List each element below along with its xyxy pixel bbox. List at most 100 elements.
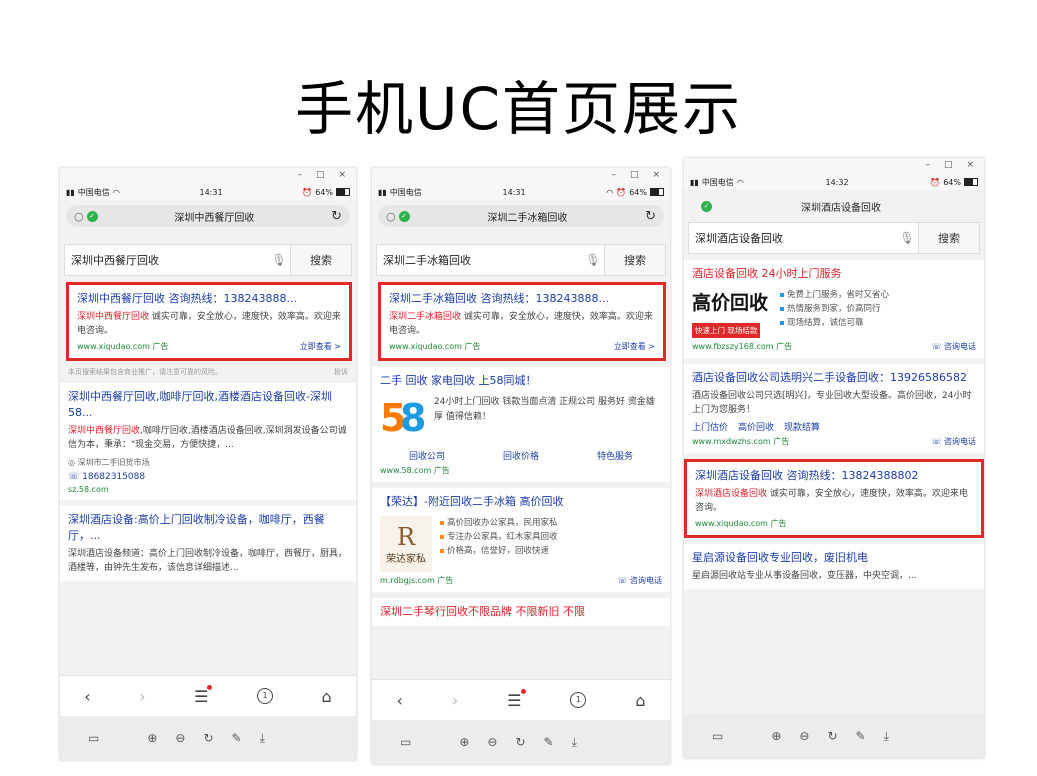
address-bar[interactable]: ✓ 深圳酒店设备回收 [690, 195, 978, 217]
address-text: 深圳中西餐厅回收 [174, 212, 255, 224]
rotate-icon[interactable]: ↻ [203, 731, 213, 745]
minimize-button[interactable]: – [611, 170, 616, 184]
result-url[interactable]: www.xiqudao.com [695, 519, 768, 528]
call-link[interactable]: ☏ 咨询电话 [931, 341, 976, 352]
pen-icon[interactable]: ✎ [544, 735, 554, 749]
screen-icon[interactable]: ▭ [400, 735, 411, 749]
back-icon[interactable]: ‹ [396, 691, 402, 710]
close-button[interactable]: × [652, 170, 660, 184]
microphone-icon[interactable]: 🎙 [896, 223, 918, 253]
screen-icon[interactable]: ▭ [712, 729, 723, 743]
download-icon[interactable]: ⤓ [260, 731, 265, 746]
search-button[interactable]: 搜索 [918, 223, 979, 253]
search-button[interactable]: 搜索 [604, 245, 665, 275]
reload-icon[interactable]: ↻ [331, 209, 342, 224]
result-card-mingxing[interactable]: 酒店设备回收公司选明兴二手设备回收：13926586582 酒店设备回收公司只选… [684, 364, 984, 453]
result-title[interactable]: 深圳酒店设备:高价上门回收制冷设备，咖啡厅，西餐厅，... [68, 512, 348, 544]
view-now-link[interactable]: 立即查看 > [614, 341, 655, 352]
rotate-icon[interactable]: ↻ [515, 735, 525, 749]
call-link[interactable]: ☏ 咨询电话 [931, 436, 976, 447]
result-url[interactable]: www.mxdwzhs.com [692, 437, 771, 446]
microphone-icon[interactable]: 🎙 [268, 245, 290, 275]
pen-icon[interactable]: ✎ [232, 731, 242, 745]
search-button[interactable]: 搜索 [290, 245, 351, 275]
result-url[interactable]: sz.58.com [68, 485, 109, 494]
carrier-name: 中国电信 [701, 177, 734, 187]
rotate-icon[interactable]: ↻ [827, 729, 837, 743]
download-icon[interactable]: ⤓ [884, 729, 889, 744]
minimize-button[interactable]: – [925, 160, 930, 174]
result-title[interactable]: 深圳二手琴行回收不限品牌 不限新旧 不限 [380, 604, 662, 620]
phone-number[interactable]: ☏ 18682315088 [68, 472, 348, 482]
result-title[interactable]: 【荣达】-附近回收二手冰箱 高价回收 [380, 494, 662, 510]
sitelink[interactable]: 上门估价 [692, 420, 728, 433]
zoom-out-icon[interactable]: ⊖ [799, 729, 809, 743]
back-icon[interactable]: ‹ [84, 687, 90, 706]
close-button[interactable]: × [338, 170, 346, 184]
sitelink[interactable]: 特色服务 [597, 449, 633, 462]
result-card[interactable]: 深圳中西餐厅回收,咖啡厅回收,酒楼酒店设备回收-深圳58... 深圳中西餐厅回收… [60, 383, 356, 500]
ad-result-highlighted[interactable]: 深圳酒店设备回收 咨询热线：13824388802 深圳酒店设备回收 诚实可靠，… [684, 459, 984, 538]
sitelink[interactable]: 回收公司 [409, 449, 445, 462]
zoom-in-icon[interactable]: ⊕ [147, 731, 157, 745]
result-title[interactable]: 深圳中西餐厅回收 咨询热线：138243888... [77, 291, 341, 307]
result-title[interactable]: 深圳二手冰箱回收 咨询热线：138243888... [389, 291, 655, 307]
close-button[interactable]: × [966, 160, 974, 174]
complaint-link[interactable]: 投诉 [334, 367, 348, 377]
zoom-out-icon[interactable]: ⊖ [175, 731, 185, 745]
wifi-icon: ◠ [112, 187, 120, 197]
download-icon[interactable]: ⤓ [572, 735, 577, 750]
call-link[interactable]: ☏ 咨询电话 [617, 575, 662, 586]
result-card-rongda[interactable]: 【荣达】-附近回收二手冰箱 高价回收 R 荣达家私 高价回收办公家具，民用家私 专… [372, 488, 670, 592]
result-url[interactable]: www.fbzszy168.com [692, 342, 774, 351]
search-input[interactable]: 深圳中西餐厅回收 [65, 245, 268, 275]
zoom-in-icon[interactable]: ⊕ [459, 735, 469, 749]
sitelink[interactable]: 回收价格 [503, 449, 539, 462]
result-title[interactable]: 深圳酒店设备回收 咨询热线：13824388802 [695, 468, 973, 484]
microphone-icon[interactable]: 🎙 [582, 245, 604, 275]
reload-icon[interactable]: ↻ [645, 209, 656, 224]
maximize-button[interactable]: □ [630, 170, 639, 184]
maximize-button[interactable]: □ [316, 170, 325, 184]
home-icon[interactable]: ⌂ [322, 687, 332, 706]
result-card-gaojia[interactable]: 酒店设备回收 24小时上门服务 高价回收 快速上门 现场结款 免费上门服务，省时… [684, 260, 984, 358]
result-title[interactable]: 二手 回收 家电回收 上58同城！ [380, 373, 662, 389]
result-title[interactable]: 深圳中西餐厅回收,咖啡厅回收,酒楼酒店设备回收-深圳58... [68, 389, 348, 421]
pen-icon[interactable]: ✎ [856, 729, 866, 743]
sitelink[interactable]: 现款结算 [784, 420, 820, 433]
notification-dot [520, 688, 526, 694]
result-card[interactable]: 星启源设备回收专业回收，废旧机电 星启源回收站专业从事设备回收，变压器，中央空调… [684, 544, 984, 589]
result-card-58[interactable]: 二手 回收 家电回收 上58同城！ 58 24小时上门回收 钱款当面点清 正规公… [372, 367, 670, 482]
search-input[interactable]: 深圳酒店设备回收 [689, 223, 896, 253]
minimize-button[interactable]: – [297, 170, 302, 184]
ad-result-highlighted[interactable]: 深圳中西餐厅回收 咨询热线：138243888... 深圳中西餐厅回收 诚实可靠… [66, 282, 352, 361]
maximize-button[interactable]: □ [944, 160, 953, 174]
menu-icon[interactable]: ☰ [194, 684, 213, 706]
tabs-icon[interactable]: 1 [570, 692, 587, 708]
address-bar[interactable]: ○ ✓ 深圳中西餐厅回收 ↻ [66, 205, 350, 227]
screen-icon[interactable]: ▭ [88, 731, 99, 745]
zoom-in-icon[interactable]: ⊕ [771, 729, 781, 743]
result-url[interactable]: www.xiqudao.com [77, 342, 150, 351]
result-title[interactable]: 酒店设备回收 24小时上门服务 [692, 266, 976, 282]
result-url[interactable]: www.58.com [380, 466, 431, 475]
tabs-icon[interactable]: 1 [257, 688, 274, 704]
zoom-out-icon[interactable]: ⊖ [487, 735, 497, 749]
result-url[interactable]: m.rdbgjs.com [380, 576, 435, 585]
home-icon[interactable]: ⌂ [635, 691, 645, 710]
view-now-link[interactable]: 立即查看 > [300, 341, 341, 352]
result-url-row: www.58.com 广告 [380, 465, 662, 476]
forward-icon[interactable]: › [139, 687, 145, 706]
result-card[interactable]: 深圳二手琴行回收不限品牌 不限新旧 不限 [372, 598, 670, 626]
search-input[interactable]: 深圳二手冰箱回收 [377, 245, 582, 275]
result-url[interactable]: www.xiqudao.com [389, 342, 462, 351]
ad-result-highlighted[interactable]: 深圳二手冰箱回收 咨询热线：138243888... 深圳二手冰箱回收 诚实可靠… [378, 282, 666, 361]
result-card[interactable]: 深圳酒店设备:高价上门回收制冷设备，咖啡厅，西餐厅，... 深圳酒店设备频道：高… [60, 506, 356, 581]
menu-icon[interactable]: ☰ [507, 688, 526, 710]
battery-icon [649, 188, 664, 196]
result-title[interactable]: 星启源设备回收专业回收，废旧机电 [692, 550, 976, 566]
sitelink[interactable]: 高价回收 [738, 420, 774, 433]
forward-icon[interactable]: › [452, 691, 458, 710]
address-bar[interactable]: ○ ✓ 深圳二手冰箱回收 ↻ [378, 205, 664, 227]
result-title[interactable]: 酒店设备回收公司选明兴二手设备回收：13926586582 [692, 370, 976, 386]
